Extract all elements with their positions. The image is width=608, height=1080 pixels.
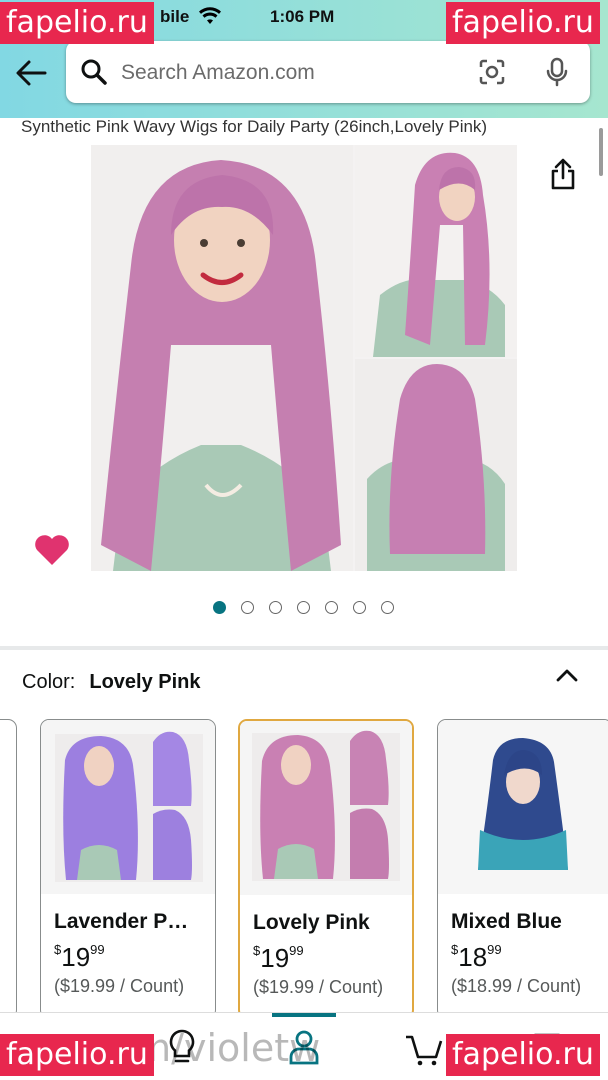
color-swatch-mixed-blue[interactable]: Mixed Blue $1899 ($18.99 / Count) <box>437 719 608 1019</box>
swatch-price: $1999 <box>54 942 105 972</box>
swatch-unit-price: ($18.99 / Count) <box>451 976 582 996</box>
wifi-icon <box>198 6 222 31</box>
watermark-bottom-right: fapelio.ru <box>446 1034 600 1076</box>
camera-scan-icon[interactable] <box>478 58 506 91</box>
color-label: Color: <box>22 671 76 693</box>
back-arrow-icon[interactable] <box>14 58 50 90</box>
product-image-gallery[interactable] <box>91 145 517 571</box>
microphone-icon[interactable] <box>544 57 570 92</box>
pagination-dot-5[interactable] <box>325 601 338 614</box>
carrier-label: bile <box>160 7 190 26</box>
product-title[interactable]: Synthetic Pink Wavy Wigs for Daily Party… <box>21 117 487 137</box>
heart-icon[interactable] <box>34 533 70 572</box>
product-image-main <box>91 145 353 571</box>
swatch-price: $1999 <box>253 943 304 973</box>
color-swatch-lovely-pink[interactable]: Lovely Pink $1999 ($19.99 / Count) <box>238 719 414 1019</box>
swatch-price: $1899 <box>451 942 502 972</box>
chevron-up-icon[interactable] <box>555 667 579 688</box>
section-divider <box>0 646 608 650</box>
swatch-name: Lovely Pink <box>253 911 370 934</box>
status-time: 1:06 PM <box>270 7 335 26</box>
swatch-unit-price: ($19.99 / Count) <box>54 976 185 996</box>
color-selected-value: Lovely Pink <box>89 671 201 693</box>
pagination-dot-6[interactable] <box>353 601 366 614</box>
swatch-partial-left[interactable] <box>0 719 17 1019</box>
color-selector-row[interactable]: Color: Lovely Pink <box>22 671 201 694</box>
swatch-image <box>240 721 412 895</box>
cart-icon[interactable] <box>404 1027 444 1072</box>
pagination-dot-1[interactable] <box>213 601 226 614</box>
product-image-back <box>355 359 517 571</box>
search-bar[interactable] <box>66 41 590 103</box>
watermark-bottom-left: fapelio.ru <box>0 1034 154 1076</box>
pagination-dot-2[interactable] <box>241 601 254 614</box>
pagination-dot-7[interactable] <box>381 601 394 614</box>
swatch-image <box>41 720 215 894</box>
pagination-dot-3[interactable] <box>269 601 282 614</box>
watermark-top-left: fapelio.ru <box>0 2 154 44</box>
scrollbar[interactable] <box>599 128 603 176</box>
search-input[interactable] <box>121 61 461 85</box>
swatch-name: Mixed Blue <box>451 910 562 933</box>
watermark-top-right: fapelio.ru <box>446 2 600 44</box>
pagination-dot-4[interactable] <box>297 601 310 614</box>
swatch-name: Lavender P… <box>54 910 189 933</box>
swatch-image <box>438 720 608 894</box>
swatch-unit-price: ($19.99 / Count) <box>253 977 384 997</box>
nav-active-indicator <box>272 1013 336 1017</box>
share-icon[interactable] <box>548 157 578 196</box>
product-image-side <box>355 145 517 357</box>
search-icon[interactable] <box>80 58 108 91</box>
color-swatch-lavender[interactable]: Lavender P… $1999 ($19.99 / Count) <box>40 719 216 1019</box>
